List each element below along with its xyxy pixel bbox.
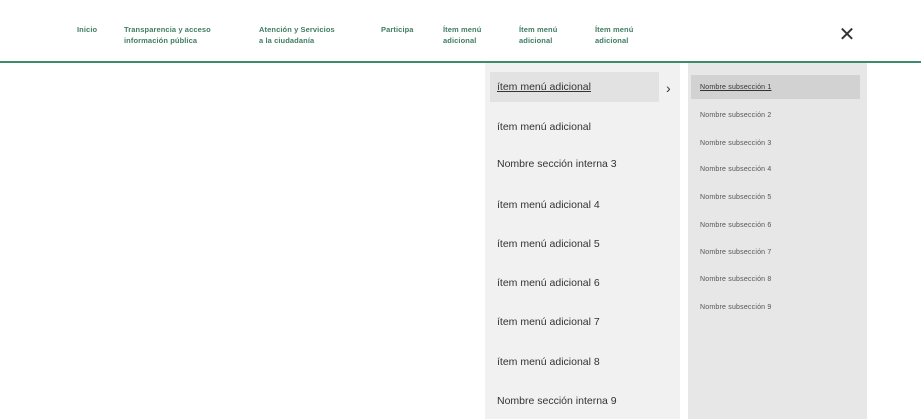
menu-item-3[interactable]: Nombre sección interna 3 xyxy=(490,149,659,179)
nav-item-transparencia[interactable]: Transparencia y acceso información públi… xyxy=(124,24,211,46)
nav-item-adicional-1[interactable]: Ítem menú adicional xyxy=(443,24,481,46)
submenu-item-4[interactable]: Nombre subsección 4 xyxy=(691,157,860,181)
submenu-item-1[interactable]: Nombre subsección 1 xyxy=(691,75,860,99)
menu-item-5[interactable]: ítem menú adicional 5 xyxy=(490,229,659,259)
top-navigation-bar: Inicio Transparencia y acceso informació… xyxy=(0,0,921,62)
menu-item-9[interactable]: Nombre sección interna 9 xyxy=(490,386,659,416)
menu-item-8[interactable]: ítem menú adicional 8 xyxy=(490,347,659,377)
submenu-item-3[interactable]: Nombre subsección 3 xyxy=(691,131,860,155)
nav-item-adicional-2[interactable]: Ítem menú adicional xyxy=(519,24,557,46)
submenu-item-7[interactable]: Nombre subsección 7 xyxy=(691,240,860,264)
menu-item-2[interactable]: ítem menú adicional xyxy=(490,112,659,142)
menu-item-4[interactable]: ítem menú adicional 4 xyxy=(490,190,659,220)
menu-item-1[interactable]: ítem menú adicional xyxy=(490,72,659,102)
nav-item-participa[interactable]: Participa xyxy=(381,24,414,35)
submenu-item-8[interactable]: Nombre subsección 8 xyxy=(691,267,860,291)
close-icon[interactable]: ✕ xyxy=(836,23,858,46)
nav-item-inicio[interactable]: Inicio xyxy=(77,24,97,35)
submenu-item-2[interactable]: Nombre subsección 2 xyxy=(691,103,860,127)
menu-item-6[interactable]: ítem menú adicional 6 xyxy=(490,268,659,298)
submenu-item-9[interactable]: Nombre subsección 9 xyxy=(691,295,860,319)
nav-item-adicional-3[interactable]: Ítem menú adicional xyxy=(595,24,633,46)
submenu-item-6[interactable]: Nombre subsección 6 xyxy=(691,213,860,237)
chevron-right-icon: › xyxy=(666,80,671,96)
nav-item-atencion[interactable]: Atención y Servicios a la ciudadanía xyxy=(259,24,335,46)
submenu-item-5[interactable]: Nombre subsección 5 xyxy=(691,185,860,209)
menu-item-7[interactable]: ítem menú adicional 7 xyxy=(490,307,659,337)
